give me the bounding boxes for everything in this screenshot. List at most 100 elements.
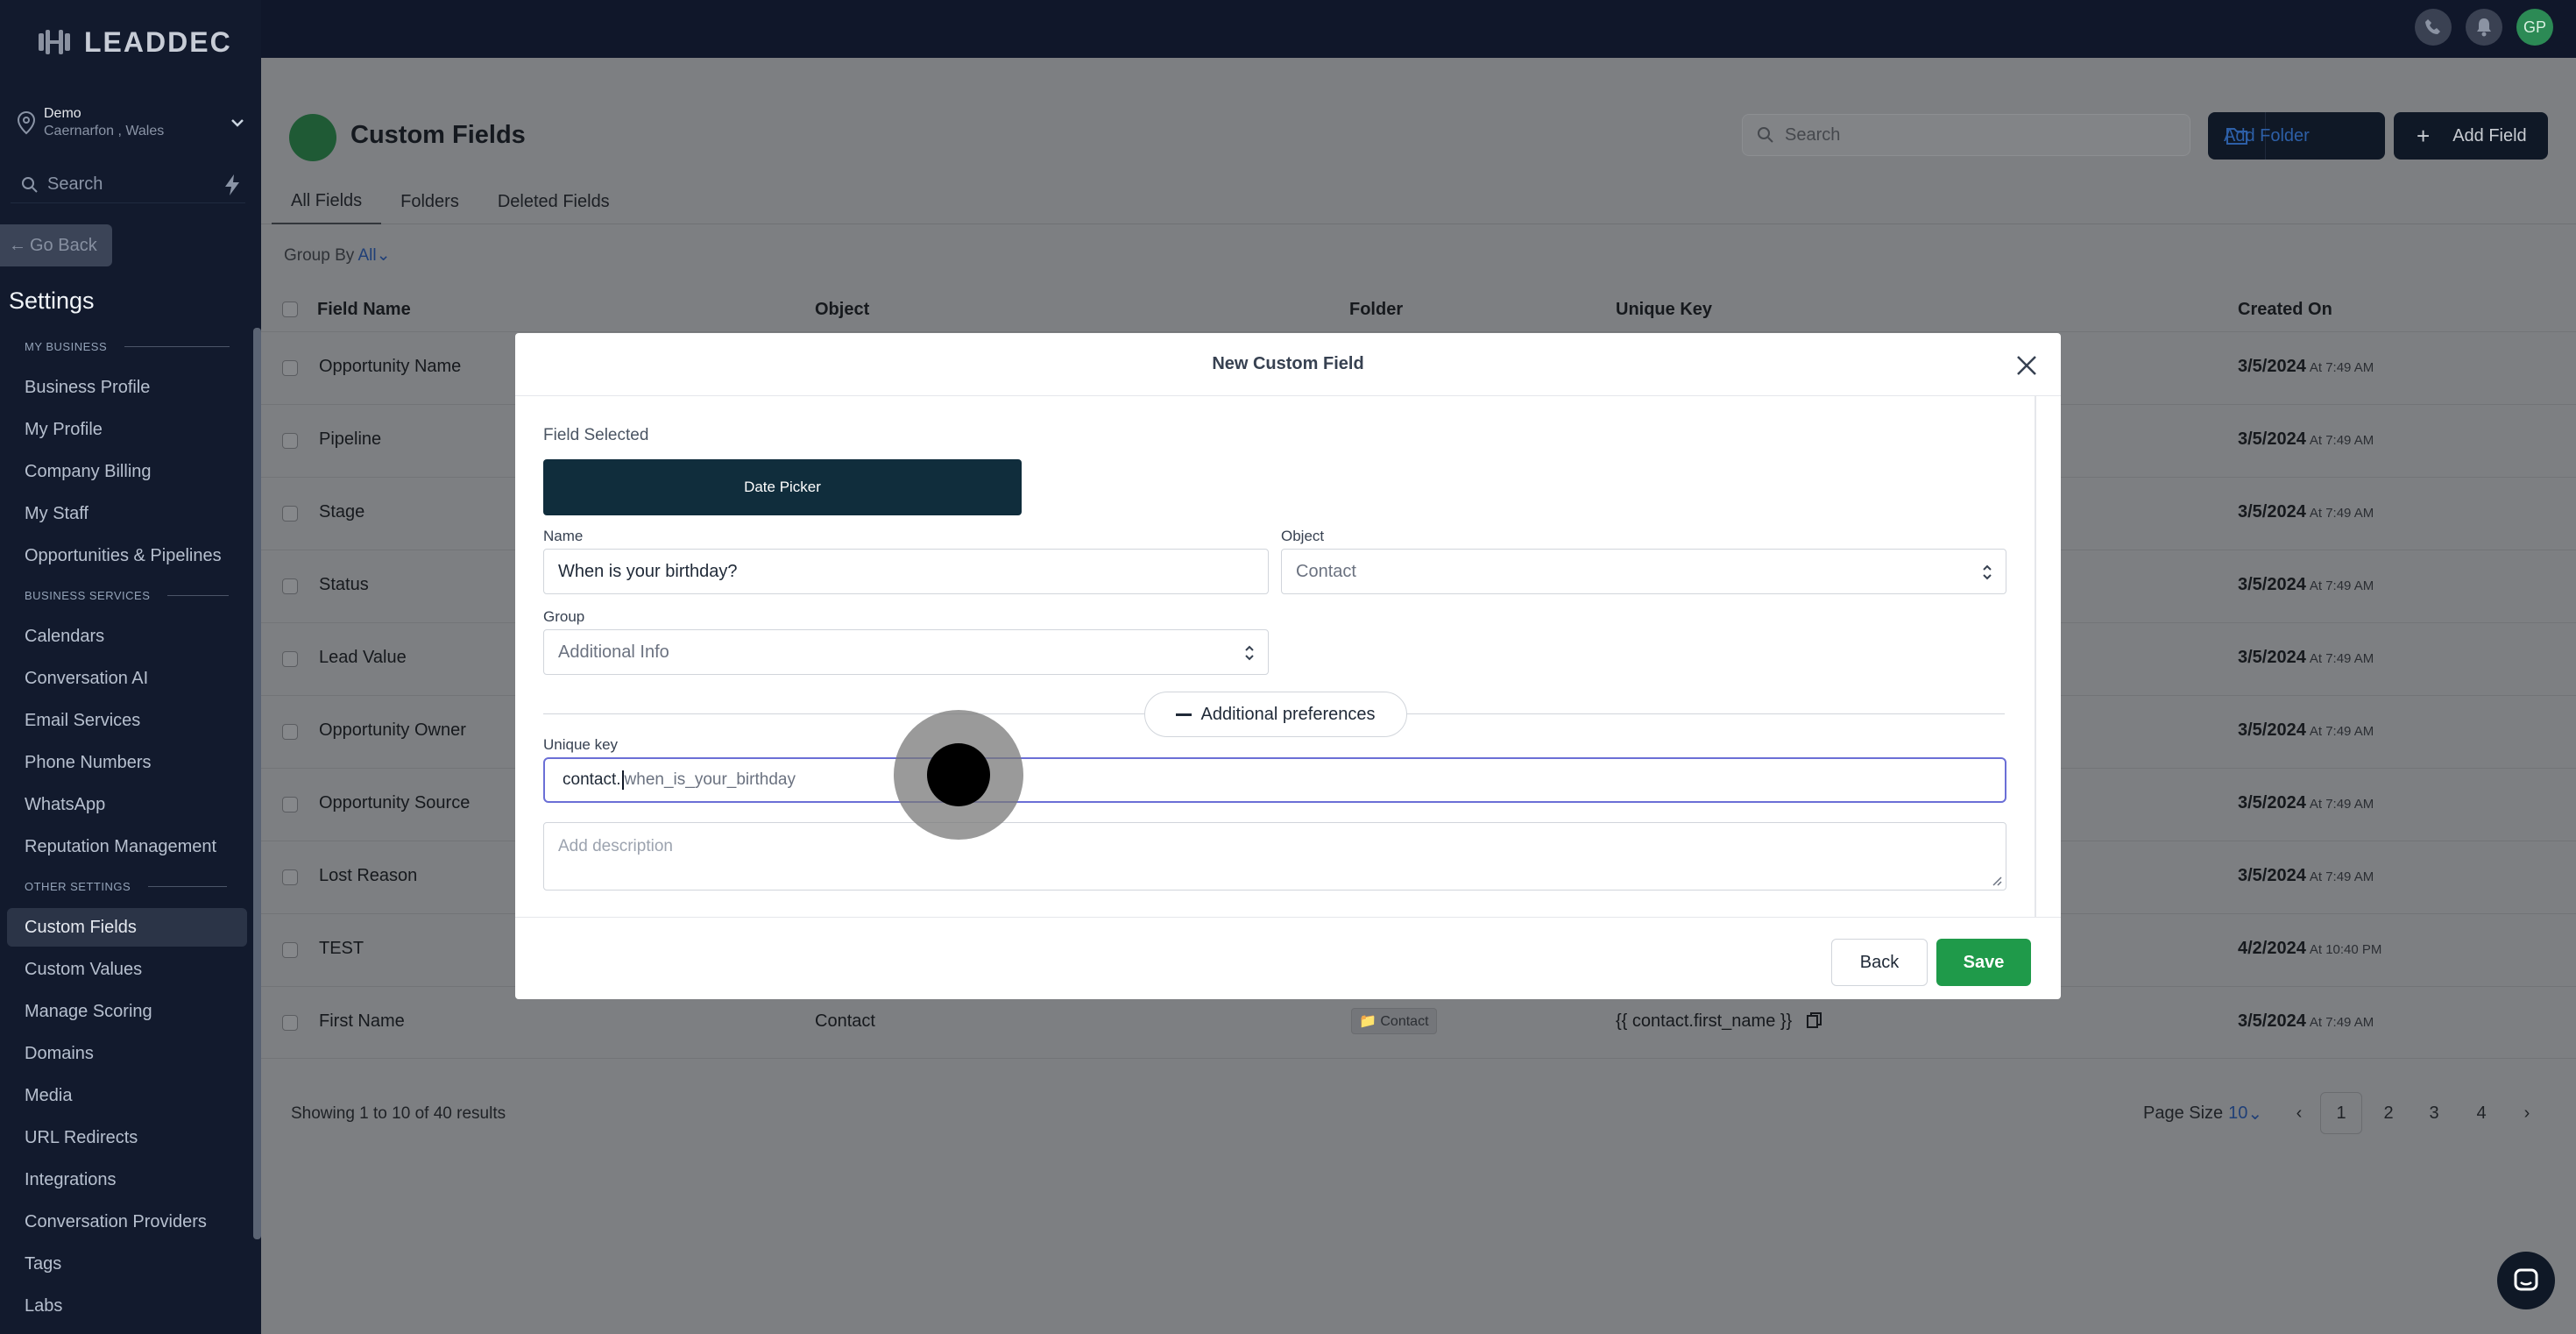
tabs: All Fields Folders Deleted Fields: [261, 179, 2576, 224]
sidebar-item-media[interactable]: Media: [7, 1076, 247, 1115]
section-other-settings: OTHER SETTINGS: [25, 880, 228, 893]
page-size-selector[interactable]: Page Size 10 ⌄: [2143, 1092, 2262, 1134]
sidebar-item-conversation-providers[interactable]: Conversation Providers: [7, 1203, 247, 1241]
sidebar-item-email-services[interactable]: Email Services: [7, 701, 247, 740]
chevron-down-icon: [231, 119, 244, 127]
name-input[interactable]: When is your birthday?: [543, 549, 1269, 594]
resize-grip-icon[interactable]: [1990, 874, 2002, 886]
row-checkbox[interactable]: [282, 651, 298, 667]
modal-header: New Custom Field: [515, 333, 2061, 396]
row-checkbox[interactable]: [282, 578, 298, 594]
tab-deleted-fields[interactable]: Deleted Fields: [478, 179, 629, 224]
sidebar-item-phone-numbers[interactable]: Phone Numbers: [7, 743, 247, 782]
group-label: Group: [543, 608, 585, 625]
col-created-on[interactable]: Created On: [2238, 300, 2332, 320]
row-checkbox[interactable]: [282, 797, 298, 812]
sidebar-item-domains[interactable]: Domains: [7, 1034, 247, 1073]
object-select[interactable]: Contact: [1281, 549, 2006, 594]
go-back-button[interactable]: ← Go Back: [0, 224, 112, 266]
field-name-cell: Status: [319, 575, 369, 594]
unique-key-input[interactable]: contact. when_is_your_birthday: [543, 757, 2006, 803]
group-by-value[interactable]: All: [358, 246, 377, 265]
sidebar-scrollbar[interactable]: [253, 328, 261, 1239]
folder-chip[interactable]: 📁 Contact: [1351, 1008, 1437, 1034]
page-3-button[interactable]: 3: [2413, 1092, 2455, 1134]
sidebar-item-reputation[interactable]: Reputation Management: [7, 827, 247, 866]
next-page-button[interactable]: ›: [2506, 1092, 2548, 1134]
sidebar-item-integrations[interactable]: Integrations: [7, 1160, 247, 1199]
row-checkbox[interactable]: [282, 724, 298, 740]
back-button[interactable]: Back: [1831, 939, 1928, 986]
field-name-cell: Opportunity Name: [319, 357, 462, 376]
page-1-button[interactable]: 1: [2320, 1092, 2362, 1134]
sidebar-item-custom-values[interactable]: Custom Values: [7, 950, 247, 989]
phone-button[interactable]: [2415, 9, 2452, 46]
field-name-cell: Opportunity Owner: [319, 720, 466, 740]
created-on-cell: 3/5/2024 At 7:49 AM: [2238, 357, 2374, 376]
select-all-checkbox[interactable]: [282, 302, 298, 317]
sidebar-item-calendars[interactable]: Calendars: [7, 617, 247, 656]
row-checkbox[interactable]: [282, 360, 298, 376]
sidebar-item-my-staff[interactable]: My Staff: [7, 494, 247, 533]
text-cursor: [621, 770, 624, 790]
sidebar-item-tags[interactable]: Tags: [7, 1245, 247, 1283]
copy-icon[interactable]: [1806, 1011, 1823, 1029]
sidebar-item-opportunities[interactable]: Opportunities & Pipelines: [7, 536, 247, 575]
sidebar-item-conversation-ai[interactable]: Conversation AI: [7, 659, 247, 698]
prev-page-button[interactable]: ‹: [2278, 1092, 2320, 1134]
sidebar-item-whatsapp[interactable]: WhatsApp: [7, 785, 247, 824]
sidebar-item-company-billing[interactable]: Company Billing: [7, 452, 247, 491]
location-switcher[interactable]: Demo Caernarfon , Wales: [16, 103, 245, 142]
lightning-icon[interactable]: [223, 174, 242, 196]
sidebar-item-manage-scoring[interactable]: Manage Scoring: [7, 992, 247, 1031]
location-name: Demo: [44, 106, 81, 121]
row-checkbox[interactable]: [282, 1015, 298, 1031]
col-field-name[interactable]: Field Name: [317, 300, 411, 320]
field-name-cell: Pipeline: [319, 429, 382, 449]
sidebar-item-business-profile[interactable]: Business Profile: [7, 368, 247, 407]
created-on-cell: 3/5/2024 At 7:49 AM: [2238, 502, 2374, 522]
row-checkbox[interactable]: [282, 506, 298, 522]
results-summary: Showing 1 to 10 of 40 results: [291, 1104, 506, 1123]
additional-preferences-label: Additional preferences: [1200, 704, 1376, 724]
unique-key-cell: {{ contact.first_name }}: [1616, 1011, 1823, 1032]
tab-all-fields[interactable]: All Fields: [272, 179, 382, 224]
folder-icon: 📁: [1359, 1014, 1376, 1029]
group-by-filter[interactable]: Group By All⌄: [284, 245, 391, 266]
field-type-selected[interactable]: Date Picker: [543, 459, 1022, 515]
select-arrows-icon: [1245, 645, 1254, 661]
add-folder-label: Add Folder: [2224, 125, 2310, 145]
save-button[interactable]: Save: [1936, 939, 2031, 986]
page-title: Custom Fields: [350, 121, 526, 149]
chat-widget-button[interactable]: [2497, 1252, 2555, 1309]
page-2-button[interactable]: 2: [2367, 1092, 2410, 1134]
page-4-button[interactable]: 4: [2460, 1092, 2502, 1134]
description-textarea[interactable]: Add description: [543, 822, 2006, 891]
notifications-button[interactable]: [2466, 9, 2502, 46]
add-field-button[interactable]: + Add Field: [2394, 112, 2548, 160]
col-folder[interactable]: Folder: [1349, 300, 1403, 320]
object-cell: Contact: [815, 1011, 875, 1031]
object-select-value: Contact: [1296, 561, 1356, 581]
user-avatar[interactable]: GP: [2516, 9, 2553, 46]
group-select[interactable]: Additional Info: [543, 629, 1269, 675]
row-checkbox[interactable]: [282, 433, 298, 449]
sidebar-item-custom-fields[interactable]: Custom Fields: [7, 908, 247, 947]
row-checkbox[interactable]: [282, 942, 298, 958]
modal-scrollbar[interactable]: [2035, 396, 2036, 917]
select-arrows-icon: [1983, 564, 1992, 580]
sidebar-item-labs[interactable]: Labs: [7, 1287, 247, 1325]
settings-title: Settings: [9, 287, 95, 314]
sidebar-item-url-redirects[interactable]: URL Redirects: [7, 1118, 247, 1157]
tab-folders[interactable]: Folders: [381, 179, 478, 224]
col-unique-key[interactable]: Unique Key: [1616, 300, 1712, 320]
additional-preferences-toggle[interactable]: Additional preferences: [1144, 692, 1407, 737]
row-checkbox[interactable]: [282, 869, 298, 885]
sidebar-item-my-profile[interactable]: My Profile: [7, 410, 247, 449]
col-object[interactable]: Object: [815, 300, 869, 320]
sidebar-search[interactable]: Search: [11, 167, 245, 203]
search-input[interactable]: Search: [1742, 114, 2190, 156]
add-folder-button[interactable]: Add Folder: [2208, 112, 2385, 160]
close-icon[interactable]: [2015, 354, 2038, 377]
brand-logo[interactable]: LEADDEC: [37, 21, 232, 63]
